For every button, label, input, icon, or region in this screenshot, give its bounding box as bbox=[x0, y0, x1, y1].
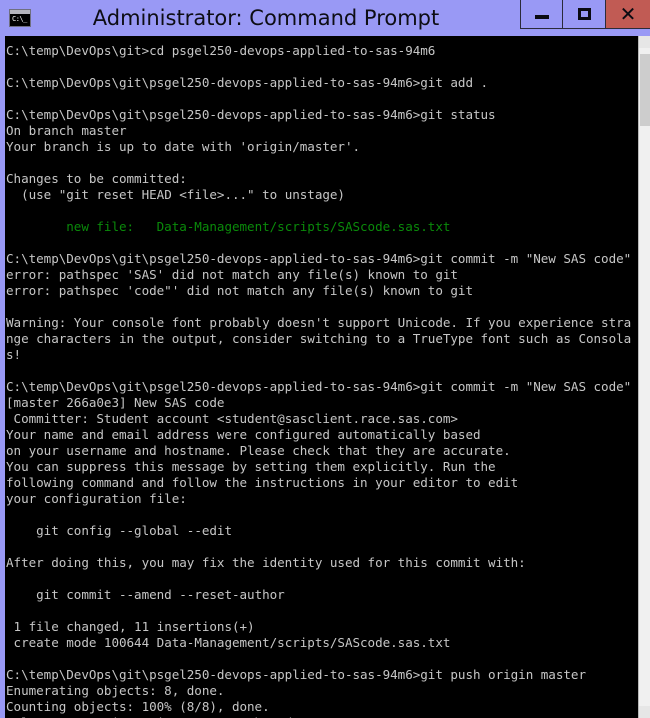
terminal-line: C:\temp\DevOps\git\psgel250-devops-appli… bbox=[6, 379, 632, 394]
minimize-button[interactable] bbox=[520, 0, 563, 29]
terminal-line: new file: Data-Management/scripts/SAScod… bbox=[6, 219, 451, 234]
terminal-line: error: pathspec 'code"' did not match an… bbox=[6, 283, 473, 298]
console-icon: C:\_ bbox=[9, 9, 31, 27]
terminal-line: Enumerating objects: 8, done. bbox=[6, 683, 225, 698]
terminal-line: git config --global --edit bbox=[6, 523, 232, 538]
vertical-scrollbar[interactable] bbox=[638, 36, 650, 718]
scrollbar-thumb[interactable] bbox=[640, 54, 650, 126]
terminal-line: error: pathspec 'SAS' did not match any … bbox=[6, 267, 458, 282]
console-area: C:\temp\DevOps\git>cd psgel250-devops-ap… bbox=[0, 36, 650, 718]
scrollbar-down-arrow[interactable] bbox=[639, 706, 650, 718]
terminal-line: create mode 100644 Data-Management/scrip… bbox=[6, 635, 451, 650]
minimize-icon bbox=[534, 15, 549, 19]
terminal-line: [master 266a0e3] New SAS code bbox=[6, 395, 225, 410]
terminal-line: On branch master bbox=[6, 123, 127, 138]
terminal-output: C:\temp\DevOps\git>cd psgel250-devops-ap… bbox=[5, 36, 638, 718]
close-button[interactable]: ✕ bbox=[606, 0, 650, 29]
terminal-line: Your name and email address were configu… bbox=[6, 427, 481, 442]
terminal-line: Counting objects: 100% (8/8), done. bbox=[6, 699, 270, 714]
terminal-line: C:\temp\DevOps\git\psgel250-devops-appli… bbox=[6, 251, 632, 266]
terminal-line: Your branch is up to date with 'origin/m… bbox=[6, 139, 361, 154]
terminal-line: git commit --amend --reset-author bbox=[6, 587, 285, 602]
terminal-line: Changes to be committed: bbox=[6, 171, 187, 186]
terminal-line: 1 file changed, 11 insertions(+) bbox=[6, 619, 255, 634]
terminal-line: After doing this, you may fix the identi… bbox=[6, 555, 526, 570]
console-icon-titlestrip bbox=[10, 10, 30, 14]
terminal-line: following command and follow the instruc… bbox=[6, 475, 519, 490]
terminal-line: C:\temp\DevOps\git\psgel250-devops-appli… bbox=[6, 75, 489, 90]
terminal-surface[interactable]: C:\temp\DevOps\git>cd psgel250-devops-ap… bbox=[5, 36, 638, 718]
command-prompt-window: C:\_ Administrator: Command Prompt ✕ C:\… bbox=[0, 0, 650, 718]
terminal-line: Committer: Student account <student@sasc… bbox=[6, 411, 458, 426]
console-icon-prompt: C:\_ bbox=[12, 15, 27, 23]
terminal-line: C:\temp\DevOps\git\psgel250-devops-appli… bbox=[6, 667, 586, 682]
maximize-button[interactable] bbox=[563, 0, 606, 29]
terminal-line: You can suppress this message by setting… bbox=[6, 459, 496, 474]
window-controls: ✕ bbox=[520, 0, 650, 29]
window-titlebar[interactable]: C:\_ Administrator: Command Prompt ✕ bbox=[0, 0, 650, 36]
terminal-line: C:\temp\DevOps\git>cd psgel250-devops-ap… bbox=[6, 43, 436, 58]
terminal-line: your configuration file: bbox=[6, 491, 187, 506]
terminal-line: C:\temp\DevOps\git\psgel250-devops-appli… bbox=[6, 107, 496, 122]
scrollbar-up-arrow[interactable] bbox=[639, 36, 650, 48]
terminal-line: (use "git reset HEAD <file>..." to unsta… bbox=[6, 187, 345, 202]
maximize-icon bbox=[577, 8, 591, 20]
terminal-line: Warning: Your console font probably does… bbox=[6, 315, 632, 362]
terminal-line: on your username and hostname. Please ch… bbox=[6, 443, 511, 458]
close-icon: ✕ bbox=[619, 2, 637, 26]
